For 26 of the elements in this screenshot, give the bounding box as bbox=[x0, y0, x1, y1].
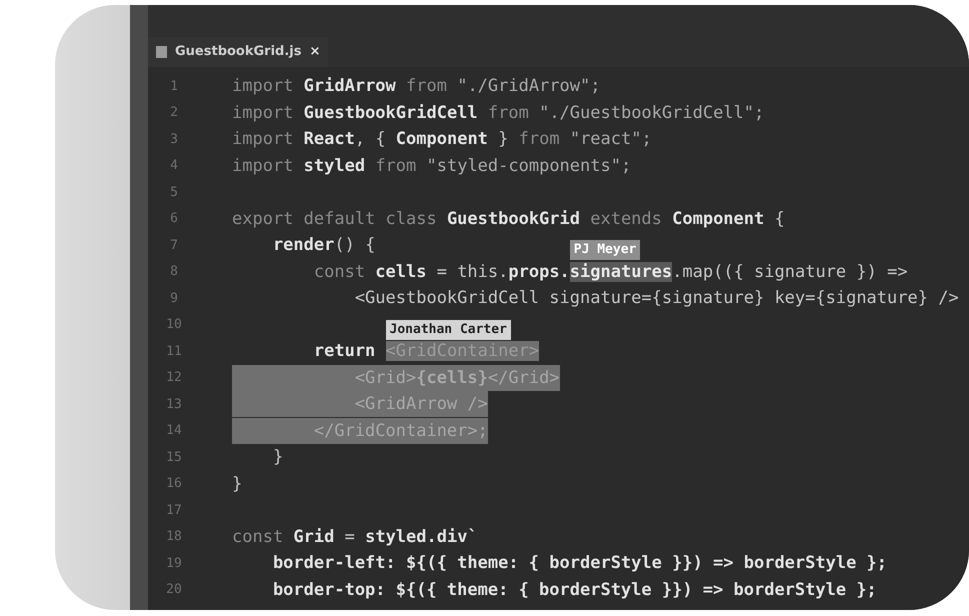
tab-title: GuestbookGrid.js bbox=[175, 43, 302, 62]
line-number: 7 bbox=[169, 236, 179, 254]
line-number: 12 bbox=[165, 369, 183, 387]
line-number: 10 bbox=[165, 316, 183, 334]
line-number: 13 bbox=[165, 396, 183, 414]
line-number: 20 bbox=[165, 581, 183, 599]
line-number: 11 bbox=[165, 342, 183, 360]
line-number: 8 bbox=[169, 263, 179, 281]
line-number: 5 bbox=[169, 184, 179, 202]
line-number: 16 bbox=[165, 475, 183, 493]
line-number: 4 bbox=[169, 157, 179, 175]
collaborator-label: PJ Meyer bbox=[570, 240, 640, 260]
line-number: 19 bbox=[165, 554, 183, 572]
line-number: 3 bbox=[169, 130, 179, 148]
editor-tab[interactable]: GuestbookGrid.js × bbox=[148, 37, 328, 67]
line-number: 2 bbox=[169, 104, 179, 122]
line-number: 17 bbox=[165, 502, 183, 520]
collaborator-label: Jonathan Carter bbox=[386, 320, 511, 340]
line-number: 1 bbox=[169, 78, 179, 96]
file-icon bbox=[156, 46, 167, 58]
close-icon[interactable]: × bbox=[309, 42, 320, 62]
line-number: 9 bbox=[169, 290, 179, 308]
line-number: 14 bbox=[165, 422, 183, 440]
line-number: 6 bbox=[169, 210, 179, 228]
line-number: 18 bbox=[165, 528, 183, 546]
line-number: 15 bbox=[165, 448, 183, 466]
